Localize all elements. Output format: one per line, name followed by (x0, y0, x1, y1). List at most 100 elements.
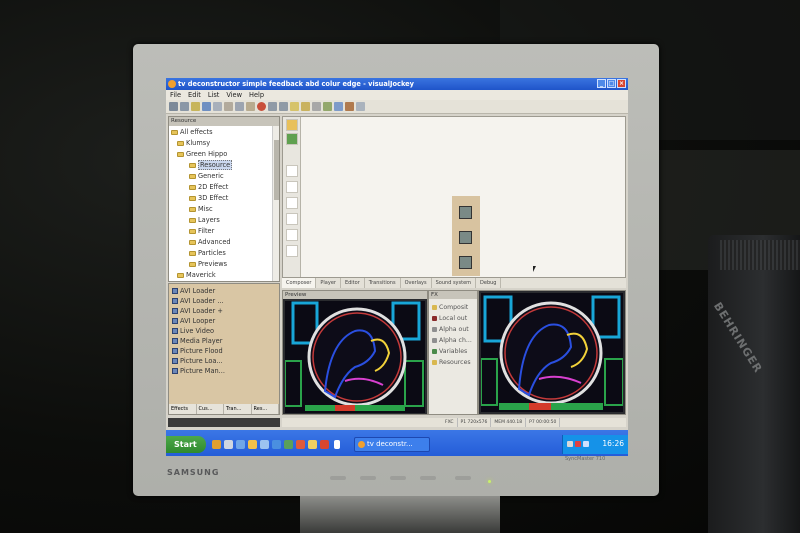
back-icon[interactable] (169, 102, 178, 111)
effect-item[interactable]: AVI Loader (172, 286, 215, 296)
tool-icon[interactable] (312, 102, 321, 111)
fx-item[interactable]: Local out (432, 313, 467, 323)
tree-item-selected[interactable]: Resource (189, 160, 233, 170)
folder-icon[interactable] (301, 102, 310, 111)
tab-transitions[interactable]: Transitions (365, 278, 401, 288)
fx-item[interactable]: Resources (432, 357, 471, 367)
tree-item[interactable]: Advanced (189, 237, 231, 247)
fx-item[interactable]: Alpha out (432, 324, 469, 334)
quicklaunch-icon[interactable] (320, 440, 329, 449)
layer-icon[interactable] (323, 102, 332, 111)
effect-node[interactable] (459, 206, 472, 219)
fx-item[interactable]: Variables (432, 346, 467, 356)
tree-item[interactable]: 3D Effect (189, 193, 228, 203)
menu-view[interactable]: View (226, 90, 242, 100)
cut-icon[interactable] (224, 102, 233, 111)
tree-item[interactable]: 2D Effect (189, 182, 228, 192)
minimize-button[interactable]: _ (597, 79, 606, 88)
tab-transitions[interactable]: Tran... (224, 404, 252, 414)
quicklaunch-icon[interactable] (308, 440, 317, 449)
effect-item[interactable]: Picture Flood (172, 346, 223, 356)
strip-cell[interactable] (286, 229, 298, 241)
effect-icon[interactable] (345, 102, 354, 111)
tab-debug[interactable]: Debug (476, 278, 502, 288)
tree-item[interactable]: Maverick (177, 270, 216, 280)
tree-item[interactable]: Particles (189, 248, 226, 258)
strip-cell[interactable] (286, 197, 298, 209)
tab-overlays[interactable]: Overlays (401, 278, 432, 288)
tree-item[interactable]: Filter (189, 226, 214, 236)
forward-icon[interactable] (180, 102, 189, 111)
fx-item[interactable]: Alpha ch... (432, 335, 472, 345)
effect-item[interactable]: Picture Loa... (172, 356, 223, 366)
window-titlebar[interactable]: tv deconstructor simple feedback abd col… (166, 78, 628, 90)
undo-icon[interactable] (213, 102, 222, 111)
open-icon[interactable] (191, 102, 200, 111)
link-icon[interactable] (334, 102, 343, 111)
effect-item[interactable]: AVI Loader ... (172, 296, 224, 306)
quicklaunch-icon[interactable] (212, 440, 221, 449)
tree-item[interactable]: All effects (171, 127, 213, 137)
quicklaunch-icon[interactable] (272, 440, 281, 449)
tray-icon[interactable] (583, 441, 589, 447)
strip-cell[interactable] (286, 245, 298, 257)
paste-icon[interactable] (246, 102, 255, 111)
tree-item[interactable]: Green Hippo (177, 149, 227, 159)
tray-icon[interactable] (567, 441, 573, 447)
tab-effects[interactable]: Effects (169, 404, 197, 414)
tray-icon[interactable] (575, 441, 581, 447)
down-icon[interactable] (279, 102, 288, 111)
tab-resources[interactable]: Res... (252, 404, 279, 414)
strip-cell[interactable] (286, 119, 298, 131)
tree-item[interactable]: Misc (189, 204, 213, 214)
strip-cell[interactable] (286, 213, 298, 225)
start-button[interactable]: Start (166, 436, 206, 453)
composer-canvas[interactable] (282, 116, 626, 278)
menu-help[interactable]: Help (249, 90, 264, 100)
strip-cell[interactable] (286, 133, 298, 145)
quicklaunch-icon[interactable] (224, 440, 233, 449)
stop-icon[interactable] (257, 102, 266, 111)
tree-item[interactable]: Layers (189, 215, 220, 225)
tree-item[interactable]: Previews (189, 259, 227, 269)
quicklaunch-expand-icon[interactable] (334, 440, 340, 449)
quicklaunch-icon[interactable] (296, 440, 305, 449)
tab-editor[interactable]: Editor (341, 278, 365, 288)
menu-edit[interactable]: Edit (188, 90, 201, 100)
tab-composer[interactable]: Composer (282, 278, 317, 288)
quicklaunch-icon[interactable] (260, 440, 269, 449)
quicklaunch-icon[interactable] (248, 440, 257, 449)
effect-item[interactable]: Picture Man... (172, 366, 225, 376)
quicklaunch-icon[interactable] (284, 440, 293, 449)
maximize-button[interactable]: □ (607, 79, 616, 88)
effect-item[interactable]: AVI Loader + (172, 306, 223, 316)
monitor-button[interactable] (455, 476, 471, 480)
up-icon[interactable] (268, 102, 277, 111)
resource-scrollbar[interactable] (272, 126, 279, 281)
monitor-button[interactable] (390, 476, 406, 480)
effect-node[interactable] (459, 256, 472, 269)
fx-item[interactable]: Composit (432, 302, 468, 312)
monitor-button[interactable] (420, 476, 436, 480)
quicklaunch-icon[interactable] (236, 440, 245, 449)
new-icon[interactable] (290, 102, 299, 111)
tree-item[interactable]: Klumsy (177, 138, 210, 148)
close-button[interactable]: × (617, 79, 626, 88)
menu-file[interactable]: File (170, 90, 181, 100)
effect-item[interactable]: Media Player (172, 336, 222, 346)
tab-custom[interactable]: Cus... (197, 404, 224, 414)
strip-cell[interactable] (286, 165, 298, 177)
monitor-button[interactable] (330, 476, 346, 480)
scrollbar-thumb[interactable] (274, 140, 279, 200)
tab-sound-system[interactable]: Sound system (432, 278, 477, 288)
effect-item[interactable]: AVI Looper (172, 316, 215, 326)
strip-cell[interactable] (286, 181, 298, 193)
effect-node[interactable] (459, 231, 472, 244)
taskbar-app-button[interactable]: tv deconstr... (354, 437, 430, 452)
save-icon[interactable] (202, 102, 211, 111)
copy-icon[interactable] (235, 102, 244, 111)
settings-icon[interactable] (356, 102, 365, 111)
menu-list[interactable]: List (208, 90, 220, 100)
effect-item[interactable]: Live Video (172, 326, 214, 336)
tab-player[interactable]: Player (316, 278, 341, 288)
